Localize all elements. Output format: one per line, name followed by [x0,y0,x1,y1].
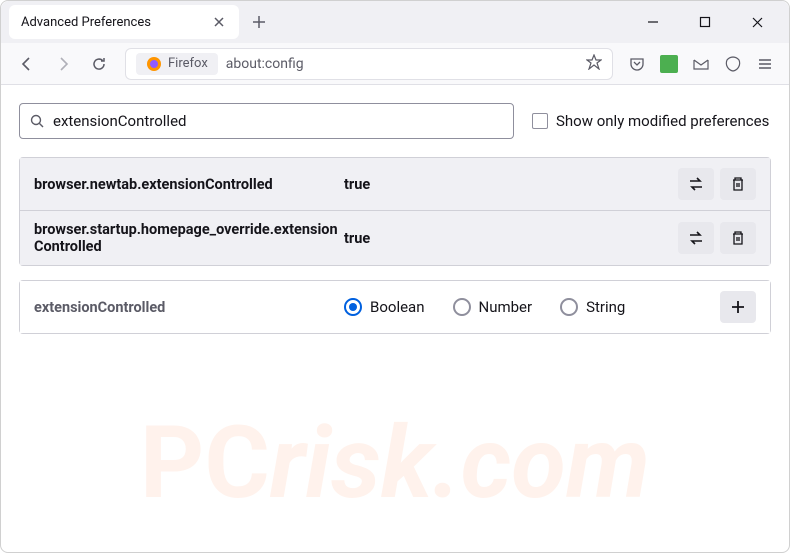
content-area: Show only modified preferences browser.n… [1,85,789,552]
radio-icon [344,298,362,316]
add-preference-row: extensionControlled Boolean Number Strin… [20,281,770,333]
type-options: Boolean Number String [344,298,720,316]
addr-label-text: Firefox [168,56,208,71]
extension-icon[interactable] [655,50,683,78]
search-input[interactable] [53,112,503,130]
toggle-button[interactable] [678,168,714,200]
radio-icon [453,298,471,316]
toolbar: Firefox about:config [1,43,789,85]
search-box[interactable] [19,103,514,139]
pref-actions [678,168,756,200]
toggle-icon [687,229,705,247]
pref-value: true [344,230,678,247]
new-tab-button[interactable] [243,6,275,38]
radio-label: String [586,298,625,316]
watermark: PCrisk.com [140,405,650,522]
toggle-icon [687,175,705,193]
menu-button[interactable] [751,50,779,78]
forward-button[interactable] [47,48,79,80]
titlebar: Advanced Preferences [1,1,789,43]
radio-number[interactable]: Number [453,298,533,316]
window-controls [637,6,781,38]
browser-window: Advanced Preferences [0,0,790,553]
add-actions [720,291,756,323]
radio-label: Number [479,298,533,316]
delete-button[interactable] [720,222,756,254]
trash-icon [730,230,746,246]
pocket-icon[interactable] [623,50,651,78]
radio-boolean[interactable]: Boolean [344,298,425,316]
add-button[interactable] [720,291,756,323]
radio-icon [560,298,578,316]
bookmark-star-icon[interactable] [586,54,602,74]
mail-icon[interactable] [687,50,715,78]
add-preference-table: extensionControlled Boolean Number Strin… [19,280,771,334]
radio-label: Boolean [370,298,425,316]
delete-button[interactable] [720,168,756,200]
checkbox-label: Show only modified preferences [556,112,769,130]
trash-icon [730,176,746,192]
url-text: about:config [226,56,578,72]
close-tab-icon[interactable] [211,14,227,30]
pref-name: browser.startup.homepage_override.extens… [34,221,344,255]
modified-only-checkbox[interactable]: Show only modified preferences [532,112,769,130]
plus-icon [730,299,746,315]
pref-actions [678,222,756,254]
minimize-button[interactable] [637,6,669,38]
radio-string[interactable]: String [560,298,625,316]
shield-icon[interactable] [719,50,747,78]
firefox-label: Firefox [136,53,218,75]
reload-button[interactable] [83,48,115,80]
address-bar[interactable]: Firefox about:config [125,48,613,80]
close-window-button[interactable] [741,6,773,38]
tab-title: Advanced Preferences [21,15,211,30]
toggle-button[interactable] [678,222,714,254]
pref-value: true [344,176,678,193]
pref-name: browser.newtab.extensionControlled [34,176,344,193]
search-row: Show only modified preferences [19,103,771,139]
preferences-table: browser.newtab.extensionControlled true … [19,157,771,266]
search-icon [30,114,45,129]
firefox-icon [146,56,162,72]
preference-row[interactable]: browser.startup.homepage_override.extens… [20,210,770,265]
checkbox-icon [532,113,548,129]
add-pref-name: extensionControlled [34,299,344,316]
browser-tab[interactable]: Advanced Preferences [9,5,239,39]
back-button[interactable] [11,48,43,80]
maximize-button[interactable] [689,6,721,38]
preference-row[interactable]: browser.newtab.extensionControlled true [20,158,770,210]
